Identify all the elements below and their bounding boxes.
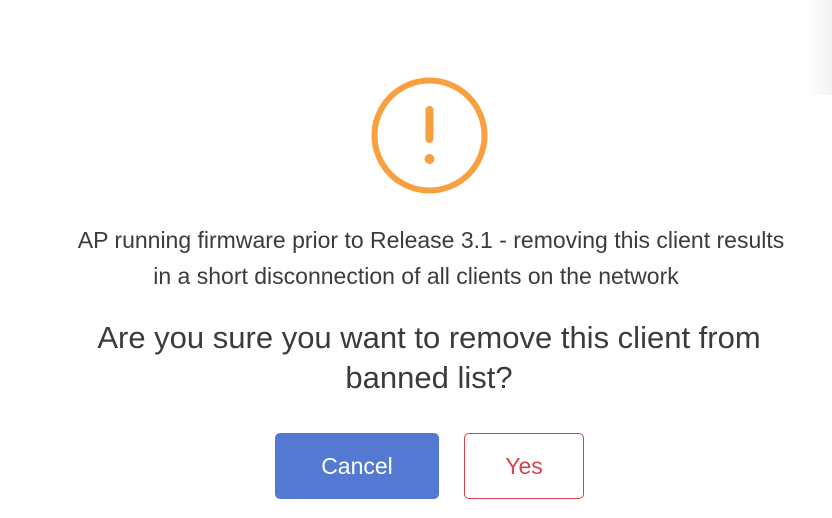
firmware-warning-message: AP running firmware prior to Release 3.1…	[0, 222, 832, 294]
warning-line-2: in a short disconnection of all clients …	[153, 263, 679, 289]
cancel-button[interactable]: Cancel	[275, 433, 439, 499]
corner-shadow	[806, 0, 832, 95]
warning-line-1: AP running firmware prior to Release 3.1…	[77, 227, 785, 253]
yes-button[interactable]: Yes	[464, 433, 584, 499]
remove-banned-client-dialog: AP running firmware prior to Release 3.1…	[0, 0, 832, 518]
question-line-1: Are you sure you want to remove this cli…	[97, 320, 761, 355]
confirmation-question: Are you sure you want to remove this cli…	[0, 318, 832, 398]
question-line-2: banned list?	[345, 360, 513, 395]
exclamation-circle-icon	[371, 77, 488, 194]
